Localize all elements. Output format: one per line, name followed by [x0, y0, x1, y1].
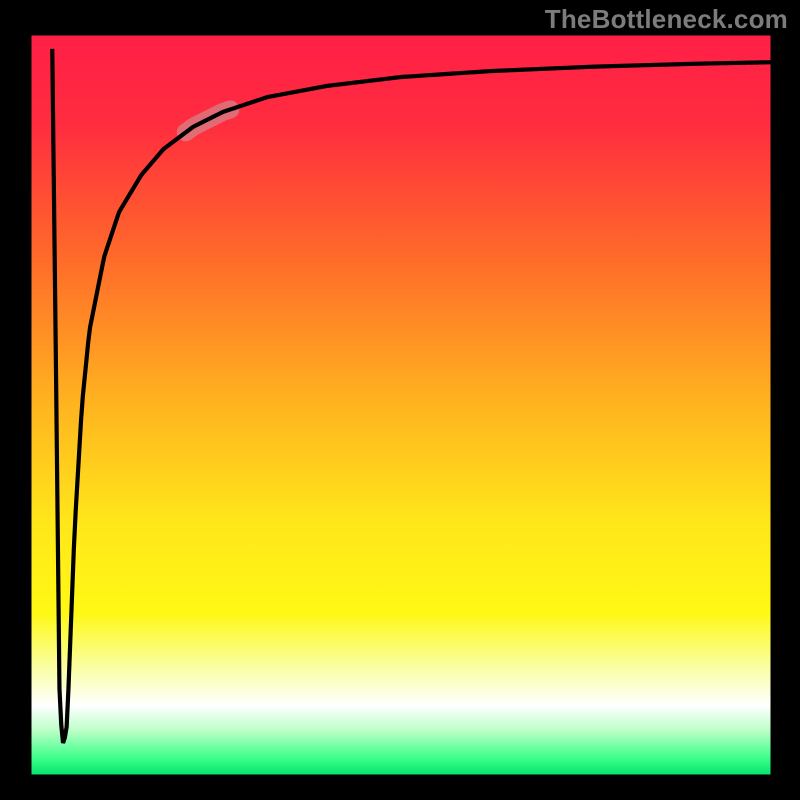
- gradient-background: [30, 34, 772, 776]
- watermark-text: TheBottleneck.com: [545, 4, 788, 35]
- chart-frame: TheBottleneck.com: [0, 0, 800, 800]
- plot-area: [30, 34, 772, 776]
- bottleneck-chart: [0, 0, 800, 800]
